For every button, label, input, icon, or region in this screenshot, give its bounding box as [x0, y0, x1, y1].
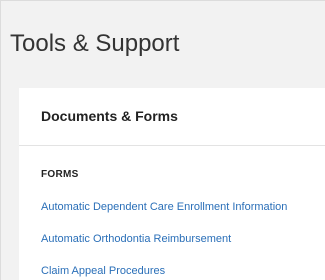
left-divider — [0, 0, 1, 280]
form-link-orthodontia-reimbursement[interactable]: Automatic Orthodontia Reimbursement — [41, 233, 231, 246]
documents-forms-card: Documents & Forms FORMS Automatic Depend… — [19, 88, 325, 280]
page-title: Tools & Support — [10, 30, 180, 57]
top-divider — [0, 0, 325, 1]
card-title: Documents & Forms — [41, 108, 178, 124]
form-link-claim-appeal-procedures[interactable]: Claim Appeal Procedures — [41, 265, 165, 278]
forms-section-label: FORMS — [41, 169, 79, 180]
card-header: Documents & Forms — [19, 88, 325, 146]
form-link-dependent-care-enrollment[interactable]: Automatic Dependent Care Enrollment Info… — [41, 201, 287, 214]
